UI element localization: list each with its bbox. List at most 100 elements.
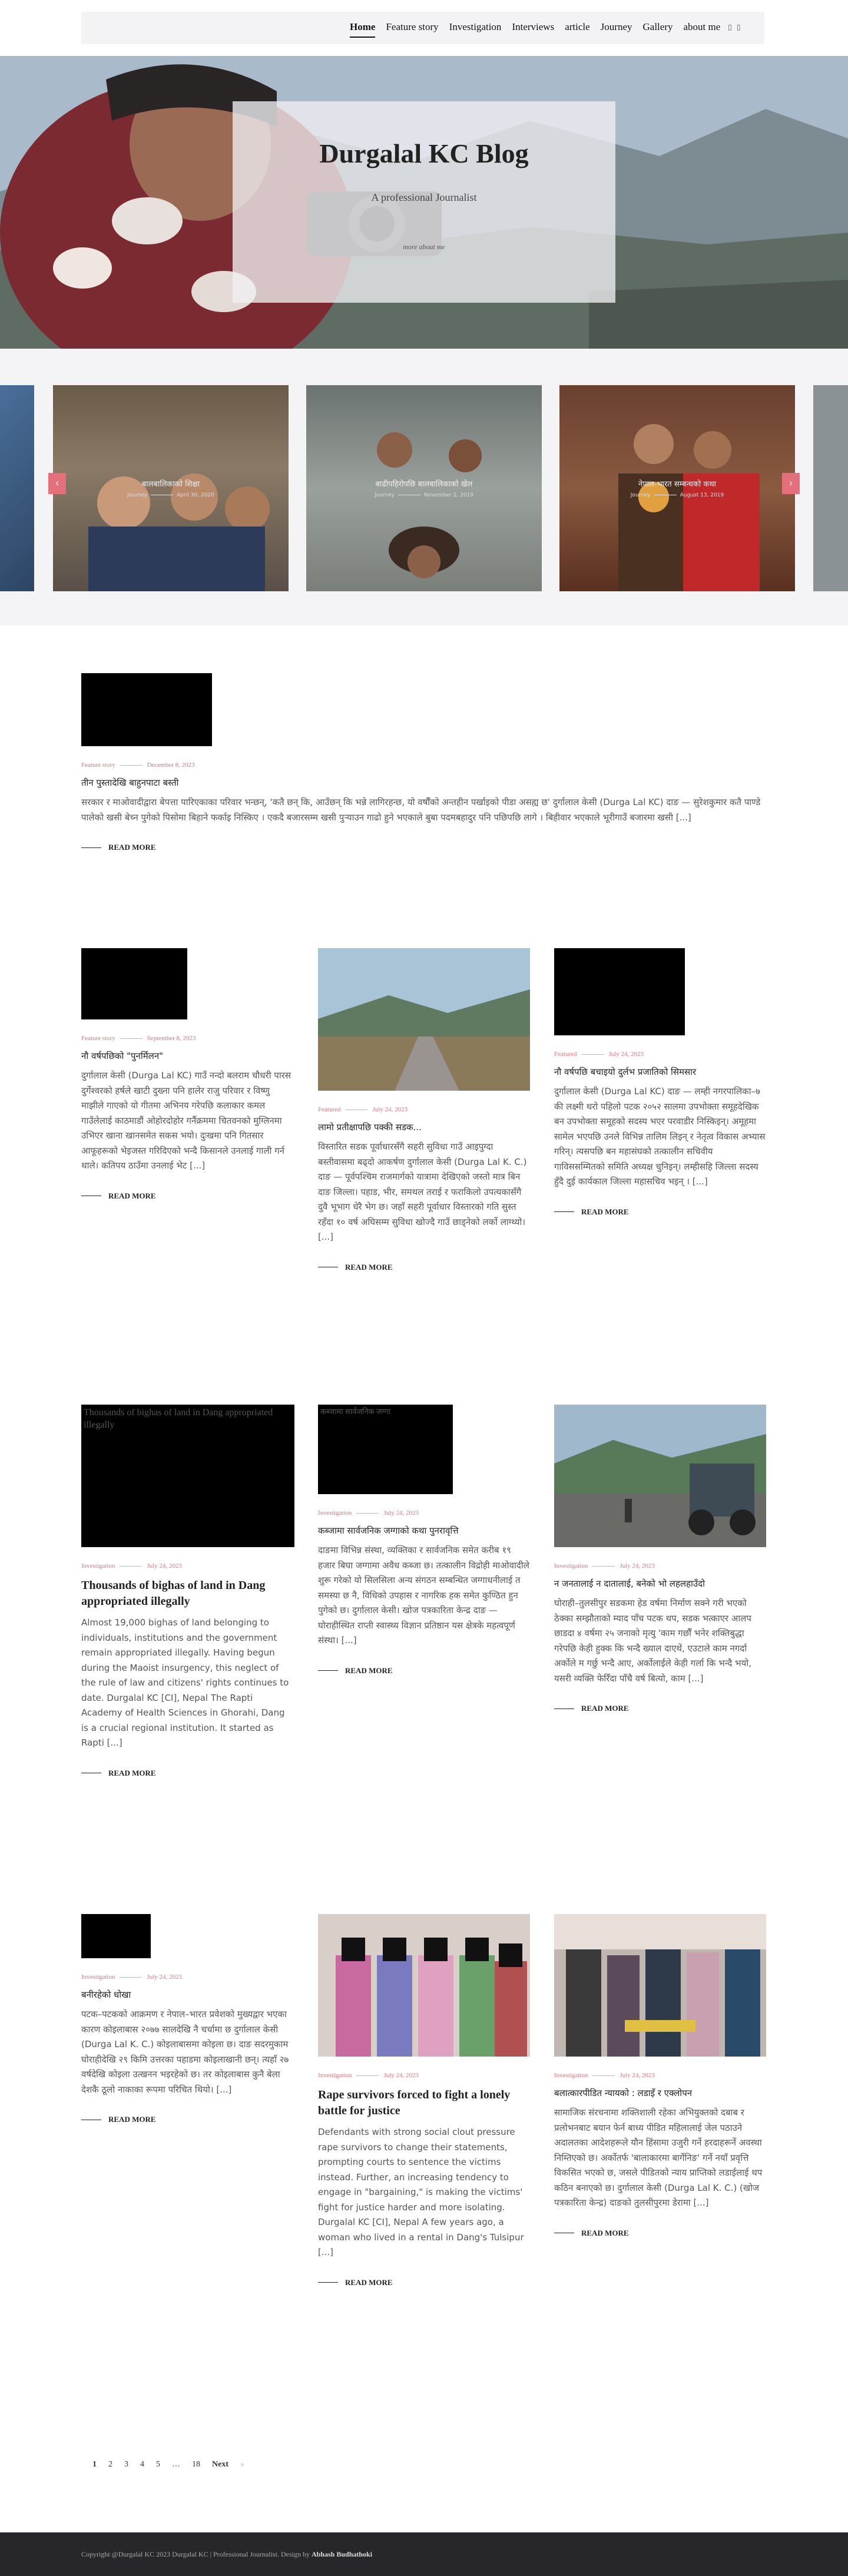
carousel-slide-partial-right[interactable] xyxy=(813,385,848,591)
post-card: Investigation July 24, 2023 बलात्कारपीडित… xyxy=(554,1914,766,2238)
post-category[interactable]: Investigation xyxy=(81,1974,115,1981)
nav-interviews[interactable]: Interviews xyxy=(506,21,559,33)
post-date: September 8, 2023 xyxy=(147,1035,196,1042)
site-subtitle: A professional Journalist xyxy=(371,191,477,203)
post-title[interactable]: नौ वर्षपछि बचाइयो दुर्लभ प्रजातिको सिमसा… xyxy=(554,1066,766,1078)
carousel-prev-arrow[interactable]: ‹ xyxy=(48,473,66,494)
page-3[interactable]: 3 xyxy=(118,2460,134,2469)
post-thumbnail[interactable] xyxy=(554,1405,766,1547)
slide-title[interactable]: बालबालिकाको शिक्षा xyxy=(53,478,289,489)
post-excerpt: सरकार र माओवादीद्वारा बेपत्ता पारिएकाका … xyxy=(81,797,761,823)
next-arrow-icon[interactable]: » xyxy=(234,2460,250,2469)
read-more-link[interactable]: READ MORE xyxy=(554,1207,766,1217)
nav-feature-story[interactable]: Feature story xyxy=(380,21,443,33)
nav-home[interactable]: Home xyxy=(344,21,380,38)
post-thumbnail[interactable] xyxy=(81,1914,151,1958)
slide-title[interactable]: बाढीपहिरोपछि बालबालिकाको खेल xyxy=(306,478,542,489)
post-date: July 24, 2023 xyxy=(383,2072,419,2079)
post-date: July 24, 2023 xyxy=(383,1509,419,1517)
post-category[interactable]: Investigation xyxy=(81,1562,115,1570)
post-card: Thousands of bighas of land in Dang appr… xyxy=(81,1405,294,1778)
read-more-link[interactable]: READ MORE xyxy=(554,1704,766,1713)
pagination: 1 2 3 4 5 … 18 Next » xyxy=(87,2460,250,2469)
read-more-link[interactable]: READ MORE xyxy=(81,843,764,852)
carousel-slide-partial-left[interactable] xyxy=(0,385,34,591)
slide-category[interactable]: Journey xyxy=(375,492,395,498)
post-category[interactable]: Investigation xyxy=(554,1562,588,1570)
read-more-link[interactable]: READ MORE xyxy=(318,2278,530,2287)
dropdown-icon[interactable]: ▯ xyxy=(726,23,734,31)
nav-investigation[interactable]: Investigation xyxy=(444,21,507,33)
post-card: Featured July 24, 2023 नौ वर्षपछि बचाइयो … xyxy=(554,948,766,1217)
post-title[interactable]: Rape survivors forced to fight a lonely … xyxy=(318,2087,530,2119)
site-header: Home Feature story Investigation Intervi… xyxy=(0,0,848,56)
carousel-slide[interactable]: नेपाल-भारत सम्बन्धको कथा Journey August 13… xyxy=(559,385,795,591)
post-thumbnail[interactable]: Thousands of bighas of land in Dang appr… xyxy=(81,1405,294,1547)
post-category[interactable]: Featured xyxy=(318,1106,340,1113)
slide-date: April 30, 2020 xyxy=(177,492,214,498)
page-18[interactable]: 18 xyxy=(186,2460,206,2469)
page-4[interactable]: 4 xyxy=(134,2460,150,2469)
slide-date: August 13, 2019 xyxy=(680,492,724,498)
post-card: Investigation July 24, 2023 न जनतालाई न द… xyxy=(554,1405,766,1713)
more-about-me-button[interactable]: more about me xyxy=(392,240,456,254)
post-category[interactable]: Feature story xyxy=(81,761,115,769)
nav-journey[interactable]: Journey xyxy=(595,21,638,33)
post-title[interactable]: कब्जामा सार्वजनिक जग्गाको कथा पुनरावृत्त… xyxy=(318,1525,530,1537)
nav-article[interactable]: article xyxy=(559,21,595,33)
post-title[interactable]: लामो प्रतीक्षापछि पक्की सडक... xyxy=(318,1121,530,1134)
read-more-link[interactable]: READ MORE xyxy=(81,1769,293,1778)
post-category[interactable]: Featured xyxy=(554,1051,577,1058)
site-footer: Copyright @Durgalal KC 2023 Durgalal KC … xyxy=(0,2532,848,2576)
page-ellipsis: … xyxy=(172,2460,180,2469)
slide-category[interactable]: Journey xyxy=(127,492,147,498)
site-title: Durgalal KC Blog xyxy=(319,138,529,168)
slide-category[interactable]: Journey xyxy=(631,492,651,498)
post-excerpt: दुर्गालाल केसी (Durga Lal KC) गाउँ नन्दो… xyxy=(81,1070,291,1171)
read-more-link[interactable]: READ MORE xyxy=(318,1263,530,1272)
post-excerpt: घोराही–तुलसीपुर सडकमा हेड वर्षमा निर्माण… xyxy=(554,1598,751,1684)
post-card: Featured July 24, 2023 लामो प्रतीक्षापछि … xyxy=(318,948,530,1272)
post-title[interactable]: न जनतालाई न दातालाई, बनेको भो लहलहाउँदो xyxy=(554,1578,766,1590)
search-icon[interactable]: ▯ xyxy=(734,23,743,31)
nav-gallery[interactable]: Gallery xyxy=(638,21,678,33)
page-1: 1 xyxy=(92,2460,97,2469)
post-thumbnail[interactable] xyxy=(318,948,530,1091)
designer-link[interactable]: Abhash Budhathoki xyxy=(312,2550,372,2558)
post-category[interactable]: Investigation xyxy=(318,2072,352,2079)
post-thumbnail[interactable] xyxy=(81,673,212,746)
next-page-link[interactable]: Next xyxy=(206,2460,234,2469)
post-date: July 24, 2023 xyxy=(620,1562,655,1570)
post-thumbnail[interactable] xyxy=(318,1914,530,2057)
post-title[interactable]: Thousands of bighas of land in Dang appr… xyxy=(81,1578,293,1610)
carousel-slide[interactable]: बालबालिकाको शिक्षा Journey April 30, 2020 xyxy=(53,385,289,591)
post-excerpt: Defendants with strong social clout pres… xyxy=(318,2127,524,2257)
post-category[interactable]: Feature story xyxy=(81,1035,115,1042)
read-more-link[interactable]: READ MORE xyxy=(81,1191,293,1201)
post-date: July 24, 2023 xyxy=(608,1051,644,1058)
post-thumbnail[interactable] xyxy=(554,1914,766,2057)
nav-about-me[interactable]: about me xyxy=(678,21,726,33)
page-5[interactable]: 5 xyxy=(150,2460,166,2469)
post-title[interactable]: बनीरहेको धोखा xyxy=(81,1989,293,2001)
post-thumbnail[interactable]: कब्जामा सार्वजनिक जग्गा xyxy=(318,1405,453,1494)
read-more-link[interactable]: READ MORE xyxy=(318,1666,530,1676)
carousel-slide[interactable]: बाढीपहिरोपछि बालबालिकाको खेल Journey Novem… xyxy=(306,385,542,591)
featured-carousel: बालबालिकाको शिक्षा Journey April 30, 2020 … xyxy=(0,349,848,625)
post-date: July 24, 2023 xyxy=(620,2072,655,2079)
read-more-link[interactable]: READ MORE xyxy=(554,2229,766,2238)
hero-banner: Durgalal KC Blog A professional Journali… xyxy=(0,56,848,349)
slide-title[interactable]: नेपाल-भारत सम्बन्धको कथा xyxy=(559,478,795,489)
post-title[interactable]: नौ वर्षपछिको "पुनर्मिलन" xyxy=(81,1050,293,1062)
page-2[interactable]: 2 xyxy=(102,2460,118,2469)
read-more-link[interactable]: READ MORE xyxy=(81,2115,293,2124)
post-title[interactable]: बलात्कारपीडित न्यायको : लडाइँ र एक्लोपन xyxy=(554,2087,766,2100)
post-thumbnail[interactable] xyxy=(81,948,187,1019)
post-title[interactable]: तीन पुस्तादेखि बाहुनपाटा बस्ती xyxy=(81,777,764,789)
post-thumbnail[interactable] xyxy=(554,948,685,1035)
post-category[interactable]: Investigation xyxy=(318,1509,352,1517)
post-date: July 24, 2023 xyxy=(147,1562,183,1570)
carousel-next-arrow[interactable]: › xyxy=(782,473,800,494)
post-excerpt: पटक–पटकको आक्रमण र नेपाल–भारत प्रवेशको म… xyxy=(81,2009,289,2095)
post-category[interactable]: Investigation xyxy=(554,2072,588,2079)
